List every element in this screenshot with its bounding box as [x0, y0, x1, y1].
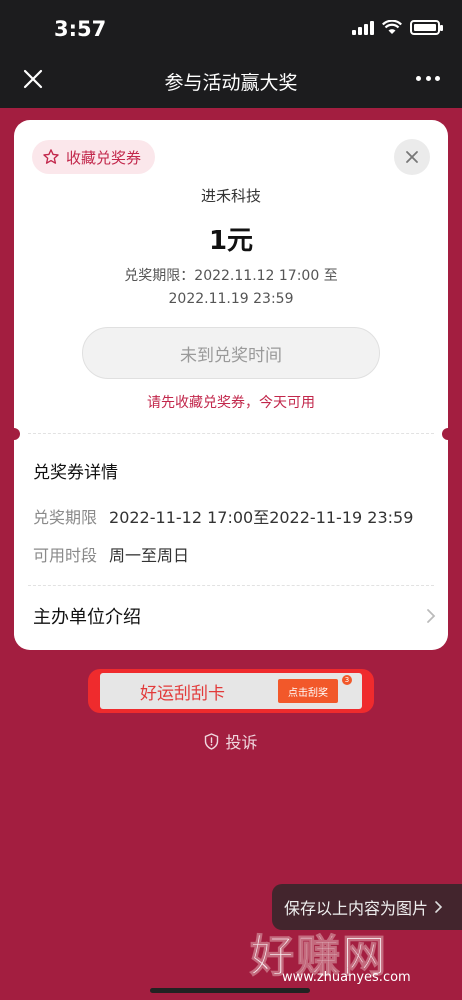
status-icons — [352, 20, 443, 35]
organizer-intro-label: 主办单位介绍 — [33, 607, 141, 628]
scratch-card-banner[interactable]: 好运刮刮卡 点击刮奖 3 — [88, 669, 374, 713]
home-indicator — [150, 988, 310, 993]
wifi-icon — [382, 20, 402, 34]
merchant-name: 进禾科技 — [200, 187, 261, 205]
coupon-amount: 1元 — [208, 226, 254, 256]
collect-hint: 请先收藏兑奖券，今天可用 — [147, 395, 315, 411]
watermark-url: www.zhuanyes.com — [282, 970, 411, 985]
details-title: 兑奖券详情 — [33, 463, 118, 483]
detail-label: 兑奖期限 — [33, 508, 98, 527]
card-notch-left — [8, 428, 20, 440]
divider — [28, 433, 434, 434]
scratch-badge: 3 — [342, 675, 352, 685]
top-bar: 3:57 参与活动赢大奖 — [0, 0, 462, 108]
validity-line-1: 兑奖期限：2022.11.12 17:00 至 — [124, 268, 338, 284]
detail-row: 兑奖期限 2022-11-12 17:00至2022-11-19 23:59 — [33, 504, 413, 528]
divider — [28, 585, 434, 586]
detail-row: 可用时段 周一至周日 — [33, 542, 189, 566]
close-icon — [406, 151, 418, 163]
scratch-card-title: 好运刮刮卡 — [140, 683, 225, 704]
chevron-right-icon — [427, 609, 436, 623]
more-icon[interactable] — [416, 72, 440, 84]
complain-label: 投诉 — [225, 733, 258, 752]
shield-icon — [205, 732, 219, 750]
complain-link[interactable]: 投诉 — [0, 729, 462, 753]
status-time: 3:57 — [54, 17, 107, 41]
detail-label: 可用时段 — [33, 546, 98, 565]
page-title: 参与活动赢大奖 — [164, 72, 298, 94]
chevron-right-icon — [435, 901, 443, 913]
save-as-image-label: 保存以上内容为图片 — [284, 899, 429, 918]
scratch-card-surface: 好运刮刮卡 点击刮奖 3 — [100, 673, 362, 709]
redeem-button[interactable]: 未到兑奖时间 — [82, 327, 380, 379]
card-notch-right — [442, 428, 454, 440]
scratch-button[interactable]: 点击刮奖 — [278, 679, 338, 703]
collect-coupon-button[interactable]: 收藏兑奖券 — [32, 140, 156, 174]
watermark: 好赚网 www.zhuanyes.com — [250, 920, 450, 990]
detail-value: 周一至周日 — [109, 546, 190, 565]
signal-icon — [352, 20, 374, 35]
card-close-button[interactable] — [394, 139, 430, 175]
star-icon — [43, 149, 59, 164]
organizer-intro-row[interactable]: 主办单位介绍 — [33, 596, 436, 636]
validity-line-2: 2022.11.19 23:59 — [168, 291, 294, 307]
coupon-validity: 兑奖期限：2022.11.12 17:00 至 2022.11.19 23:59 — [100, 265, 362, 311]
battery-icon — [410, 20, 443, 35]
detail-value: 2022-11-12 17:00至2022-11-19 23:59 — [109, 508, 414, 527]
collect-coupon-label: 收藏兑奖券 — [66, 148, 142, 167]
